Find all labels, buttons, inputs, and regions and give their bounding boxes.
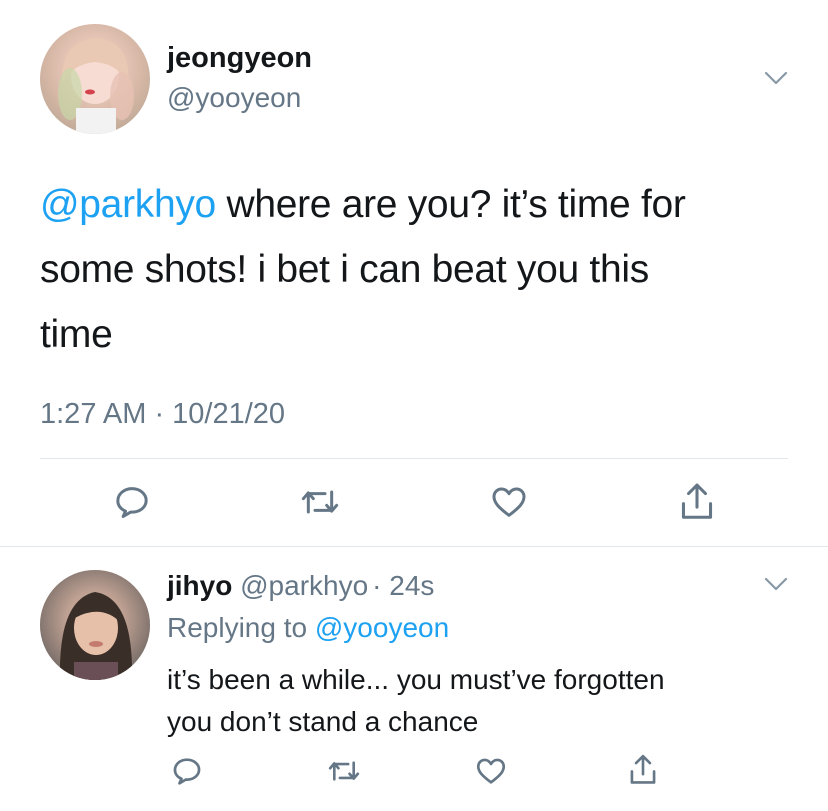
avatar[interactable] [40,570,150,680]
display-name[interactable]: jeongyeon [167,40,312,76]
tweet-text-line: where are you? it’s time for [215,183,686,226]
handle[interactable]: @yooyeon [167,80,301,116]
share-icon[interactable] [676,480,718,524]
reply-text-line: it’s been a while... you must’ve forgott… [167,664,665,695]
reply-icon[interactable] [170,754,204,788]
replying-to-label: Replying to [167,612,315,643]
tweet-text: @parkhyo where are you? it’s time for so… [40,172,810,367]
retweet-icon[interactable] [326,754,362,788]
reply-text-line: you don’t stand a chance [167,706,479,737]
divider [0,546,828,547]
replying-to: Replying to @yooyeon [167,610,449,646]
divider [40,458,788,459]
mention-link[interactable]: @parkhyo [40,183,216,226]
avatar[interactable] [40,24,150,134]
timestamp[interactable]: 1:27 AM · 10/21/20 [40,394,285,434]
handle[interactable]: @parkhyo [240,570,368,601]
share-icon[interactable] [626,752,660,788]
chevron-down-icon[interactable] [764,70,788,86]
mention-link[interactable]: @yooyeon [315,612,449,643]
like-icon[interactable] [474,754,508,788]
reply-header: jihyo @parkhyo · 24s [167,568,434,604]
like-icon[interactable] [488,482,530,522]
reply-icon[interactable] [112,482,152,522]
reply-age[interactable]: · 24s [372,570,434,601]
reply-text: it’s been a while... you must’ve forgott… [167,659,665,743]
chevron-down-icon[interactable] [764,576,788,592]
display-name[interactable]: jihyo [167,570,232,601]
tweet-text-line: time [40,313,113,356]
retweet-icon[interactable] [298,482,342,522]
tweet-text-line: some shots! i bet i can beat you this [40,248,649,291]
